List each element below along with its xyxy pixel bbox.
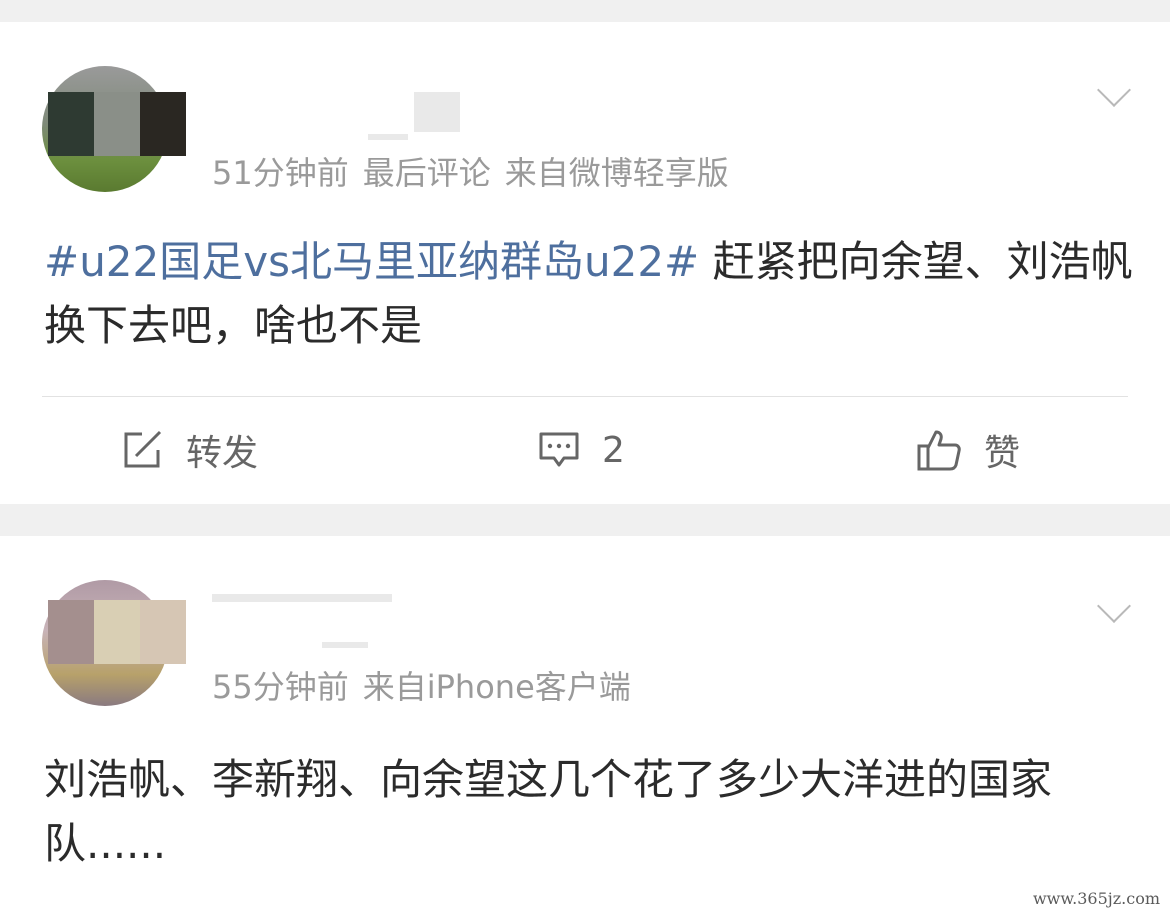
thumbs-up-icon — [917, 430, 961, 471]
comment-bubble-icon — [539, 432, 579, 467]
chevron-down-icon[interactable] — [1097, 589, 1131, 623]
post-meta: 55分钟前 来自iPhone客户端 — [212, 662, 645, 708]
repost-button[interactable]: 转发 — [122, 398, 258, 502]
post-text: 刘浩帆、李新翔、向余望这几个花了多少大洋进的国家队...... — [44, 755, 1053, 868]
post-source: 来自iPhone客户端 — [362, 668, 631, 706]
post-card: 55分钟前 来自iPhone客户端 刘浩帆、李新翔、向余望这几个花了多少大洋进的国… — [0, 536, 1170, 914]
post-time: 55分钟前 — [212, 668, 349, 706]
avatar-blur-mosaic — [48, 600, 186, 664]
post-meta: 51分钟前 最后评论 来自微博轻享版 — [212, 148, 743, 194]
chevron-down-icon[interactable] — [1097, 73, 1131, 107]
post-time: 51分钟前 — [212, 154, 349, 192]
username-redacted — [212, 594, 392, 602]
post-last-comment: 最后评论 — [362, 154, 491, 192]
username-redacted — [322, 642, 368, 648]
divider — [42, 396, 1128, 397]
avatar-blur-mosaic — [48, 92, 186, 156]
username-redacted — [414, 92, 460, 132]
username-redacted — [368, 134, 408, 140]
comment-button[interactable]: 2 — [538, 398, 625, 502]
post-text: #u22国足vs北马里亚纳群岛u22# 赶紧把向余望、刘浩帆换下去吧，啥也不是 — [44, 230, 1134, 358]
repost-label: 转发 — [186, 433, 259, 474]
topic-link[interactable]: #u22国足vs北马里亚纳群岛u22# — [44, 237, 699, 286]
action-bar: 转发 2 赞 — [0, 398, 1170, 502]
comment-count: 2 — [602, 429, 625, 471]
post-card: 51分钟前 最后评论 来自微博轻享版 #u22国足vs北马里亚纳群岛u22# 赶紧把… — [0, 22, 1170, 504]
watermark: www.365jz.com — [1032, 889, 1160, 908]
like-label: 赞 — [984, 433, 1021, 474]
post-source: 来自微博轻享版 — [504, 154, 729, 192]
share-edit-icon — [124, 430, 162, 468]
like-button[interactable]: 赞 — [916, 398, 1020, 502]
